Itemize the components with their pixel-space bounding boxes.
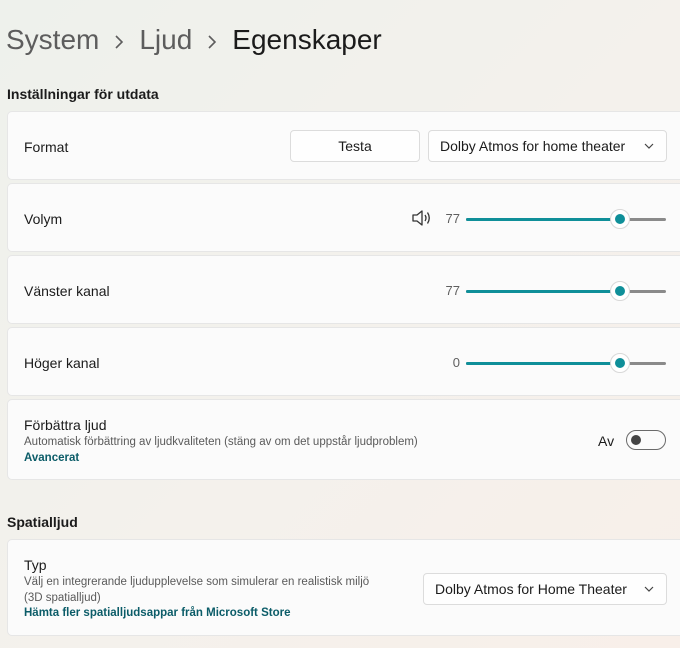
enhance-audio-title: Förbättra ljud — [24, 417, 107, 433]
slider-fill — [466, 290, 620, 293]
slider-thumb[interactable] — [610, 281, 630, 301]
breadcrumb: System Ljud Egenskaper — [6, 22, 382, 58]
volume-slider[interactable] — [466, 209, 666, 229]
speaker-icon[interactable] — [411, 208, 433, 233]
slider-fill — [466, 218, 620, 221]
chevron-right-icon — [192, 22, 232, 58]
left-channel-value: 77 — [445, 283, 460, 298]
chevron-right-icon — [99, 22, 139, 58]
volume-value: 77 — [445, 211, 460, 226]
spatial-type-description-sub: (3D spatialljud) — [24, 592, 101, 604]
right-channel-card: Höger kanal 0 — [7, 327, 680, 396]
format-card: Format Testa Dolby Atmos for home theate… — [7, 111, 680, 180]
slider-fill — [466, 362, 620, 365]
format-label: Format — [24, 139, 69, 155]
right-channel-slider[interactable] — [466, 353, 666, 373]
advanced-link[interactable]: Avancerat — [24, 452, 79, 464]
chevron-down-icon — [644, 131, 654, 171]
left-channel-card: Vänster kanal 77 — [7, 255, 680, 324]
left-channel-slider[interactable] — [466, 281, 666, 301]
page-title: Egenskaper — [232, 24, 382, 55]
right-channel-label: Höger kanal — [24, 355, 100, 371]
toggle-knob — [631, 435, 641, 445]
enhance-toggle-state: Av — [598, 433, 615, 449]
chevron-down-icon — [644, 574, 654, 614]
breadcrumb-system[interactable]: System — [6, 22, 99, 58]
spatial-type-dropdown[interactable]: Dolby Atmos for Home Theater — [423, 573, 667, 605]
spatial-type-card: Typ Välj en integrerande ljudupplevelse … — [7, 539, 680, 636]
spatial-type-dropdown-value: Dolby Atmos for Home Theater — [435, 581, 627, 597]
breadcrumb-ljud[interactable]: Ljud — [139, 22, 192, 58]
slider-thumb[interactable] — [610, 353, 630, 373]
format-dropdown-value: Dolby Atmos for home theater — [440, 138, 626, 154]
test-button[interactable]: Testa — [290, 130, 420, 162]
left-channel-label: Vänster kanal — [24, 283, 110, 299]
volume-card: Volym 77 — [7, 183, 680, 252]
spatial-type-description: Välj en integrerande ljudupplevelse som … — [24, 576, 370, 588]
slider-thumb[interactable] — [610, 209, 630, 229]
enhance-audio-description: Automatisk förbättring av ljudkvaliteten… — [24, 436, 418, 448]
enhance-audio-card: Förbättra ljud Automatisk förbättring av… — [7, 399, 680, 480]
enhance-audio-toggle[interactable] — [626, 430, 666, 450]
right-channel-value: 0 — [452, 355, 460, 370]
store-link[interactable]: Hämta fler spatialljudsappar från Micros… — [24, 607, 290, 619]
section-title-spatial: Spatialljud — [7, 514, 78, 530]
format-dropdown[interactable]: Dolby Atmos for home theater — [428, 130, 667, 162]
section-title-output: Inställningar för utdata — [7, 86, 159, 102]
volume-label: Volym — [24, 211, 63, 227]
spatial-type-title: Typ — [24, 557, 47, 573]
